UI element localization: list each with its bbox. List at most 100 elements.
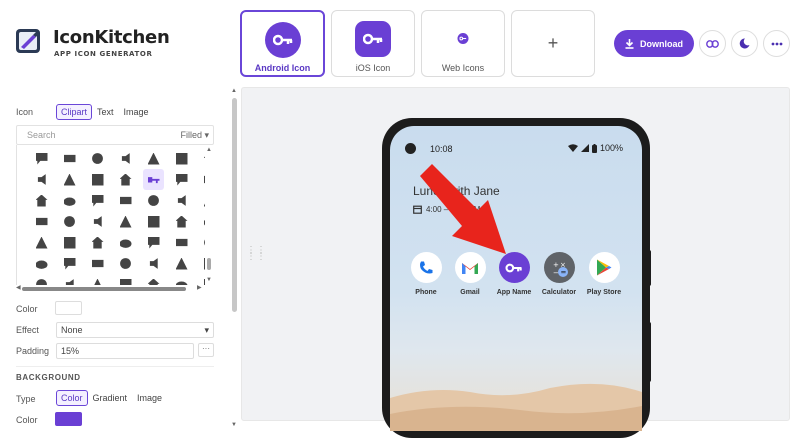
effect-select[interactable]: None ▾ bbox=[56, 322, 214, 338]
background-color-swatch[interactable] bbox=[55, 412, 82, 426]
clipart-item[interactable] bbox=[143, 211, 164, 232]
clipart-item[interactable] bbox=[115, 274, 136, 285]
app-calculator: + × − = Calculator bbox=[534, 252, 584, 296]
effect-value: None bbox=[61, 325, 83, 335]
clipart-item[interactable] bbox=[59, 274, 80, 285]
background-heading: BACKGROUND bbox=[16, 373, 81, 382]
clipart-item[interactable] bbox=[171, 148, 192, 169]
scrollbar-thumb[interactable] bbox=[232, 98, 237, 312]
wifi-icon bbox=[568, 144, 578, 152]
icon-color-swatch[interactable] bbox=[55, 301, 82, 315]
scrollbar-thumb[interactable] bbox=[207, 258, 211, 270]
clipart-item[interactable] bbox=[115, 190, 136, 211]
svg-text:=: = bbox=[561, 268, 567, 276]
clipart-item[interactable] bbox=[143, 274, 164, 285]
clipart-glyph-icon bbox=[91, 236, 104, 249]
clipart-glyph-icon bbox=[175, 173, 188, 186]
clipart-item[interactable] bbox=[143, 190, 164, 211]
copy-link-button[interactable] bbox=[699, 30, 726, 57]
clipart-item[interactable] bbox=[143, 148, 164, 169]
clipart-item[interactable] bbox=[115, 253, 136, 274]
more-options-button[interactable] bbox=[763, 30, 790, 57]
color-label: Color bbox=[16, 304, 38, 314]
clipart-item[interactable] bbox=[115, 211, 136, 232]
clipart-search-input[interactable]: Search Filled ▾ bbox=[16, 125, 214, 145]
mode-clipart[interactable]: Clipart bbox=[56, 104, 93, 120]
clipart-glyph-icon bbox=[175, 215, 188, 228]
clipart-item[interactable] bbox=[171, 169, 192, 190]
drag-handle-icon[interactable]: ⋮⋮ ⋮⋮ bbox=[246, 246, 266, 262]
clipart-item[interactable] bbox=[171, 274, 192, 285]
style-filter-dropdown[interactable]: Filled ▾ bbox=[180, 130, 209, 141]
clipart-glyph-icon bbox=[119, 196, 132, 205]
clipart-glyph-icon bbox=[149, 258, 158, 269]
clipart-item[interactable] bbox=[31, 190, 52, 211]
clipart-item[interactable] bbox=[115, 232, 136, 253]
clipart-glyph-icon bbox=[63, 236, 76, 249]
tab-android-icon[interactable]: Android Icon bbox=[240, 10, 325, 77]
key-icon bbox=[147, 177, 160, 184]
clipart-item[interactable] bbox=[59, 190, 80, 211]
bg-type-gradient[interactable]: Gradient bbox=[88, 390, 133, 406]
padding-label: Padding bbox=[16, 346, 50, 356]
grid-horizontal-scrollbar[interactable]: ◀ ▶ bbox=[16, 285, 206, 292]
scrollbar-thumb[interactable] bbox=[22, 287, 186, 291]
clipart-item[interactable] bbox=[143, 253, 164, 274]
svg-text:−: − bbox=[553, 269, 559, 277]
clipart-glyph-icon bbox=[63, 173, 76, 186]
theme-toggle-button[interactable] bbox=[731, 30, 758, 57]
clipart-glyph-icon bbox=[36, 279, 47, 285]
key-icon bbox=[264, 22, 301, 58]
phone-power-button bbox=[647, 250, 651, 286]
clipart-item[interactable] bbox=[59, 253, 80, 274]
clipart-item[interactable] bbox=[171, 253, 192, 274]
bg-type-color[interactable]: Color bbox=[56, 390, 88, 406]
clipart-item[interactable] bbox=[87, 190, 108, 211]
clipart-item[interactable] bbox=[171, 211, 192, 232]
panel-scrollbar[interactable]: ▲ ▼ bbox=[231, 88, 239, 431]
padding-more-button[interactable]: ··· bbox=[198, 343, 214, 357]
clipart-item[interactable] bbox=[171, 190, 192, 211]
clipart-glyph-icon bbox=[119, 173, 132, 186]
clipart-item[interactable] bbox=[31, 148, 52, 169]
clipart-glyph-icon bbox=[35, 152, 48, 165]
add-target-button[interactable]: + bbox=[511, 10, 595, 77]
clipart-item[interactable] bbox=[31, 253, 52, 274]
icon-label: Icon bbox=[16, 107, 34, 117]
clipart-item[interactable] bbox=[31, 232, 52, 253]
clipart-item[interactable] bbox=[59, 148, 80, 169]
padding-input[interactable]: 15% bbox=[56, 343, 194, 359]
clipart-glyph-icon bbox=[148, 195, 159, 206]
bg-type-image[interactable]: Image bbox=[132, 390, 167, 406]
clipart-glyph-icon bbox=[35, 217, 48, 226]
clipart-item[interactable] bbox=[59, 169, 80, 190]
clipart-item[interactable] bbox=[143, 232, 164, 253]
clipart-item[interactable] bbox=[115, 148, 136, 169]
clipart-item[interactable] bbox=[87, 211, 108, 232]
grid-vertical-scrollbar[interactable]: ▲ ▼ bbox=[205, 145, 213, 287]
moon-icon bbox=[739, 38, 750, 49]
clipart-glyph-icon bbox=[63, 154, 76, 163]
clipart-item[interactable] bbox=[87, 274, 108, 285]
clipart-glyph-icon bbox=[91, 278, 104, 285]
clipart-item[interactable] bbox=[171, 232, 192, 253]
clipart-item[interactable] bbox=[87, 253, 108, 274]
battery-icon bbox=[592, 143, 597, 153]
iconkitchen-logo-icon bbox=[16, 29, 40, 53]
download-button[interactable]: Download bbox=[614, 30, 694, 57]
clipart-item[interactable] bbox=[31, 274, 52, 285]
clipart-item[interactable] bbox=[59, 211, 80, 232]
app-label: Phone bbox=[415, 289, 437, 296]
clipart-item-selected[interactable] bbox=[143, 169, 164, 190]
clipart-item[interactable] bbox=[87, 232, 108, 253]
clipart-item[interactable] bbox=[31, 169, 52, 190]
clipart-item[interactable] bbox=[87, 169, 108, 190]
tab-web-icons[interactable]: Web Icons bbox=[421, 10, 505, 77]
mode-text[interactable]: Text bbox=[92, 104, 119, 120]
clipart-item[interactable] bbox=[115, 169, 136, 190]
clipart-item[interactable] bbox=[59, 232, 80, 253]
tab-ios-icon[interactable]: iOS Icon bbox=[331, 10, 415, 77]
clipart-item[interactable] bbox=[31, 211, 52, 232]
mode-image[interactable]: Image bbox=[119, 104, 154, 120]
clipart-item[interactable] bbox=[87, 148, 108, 169]
